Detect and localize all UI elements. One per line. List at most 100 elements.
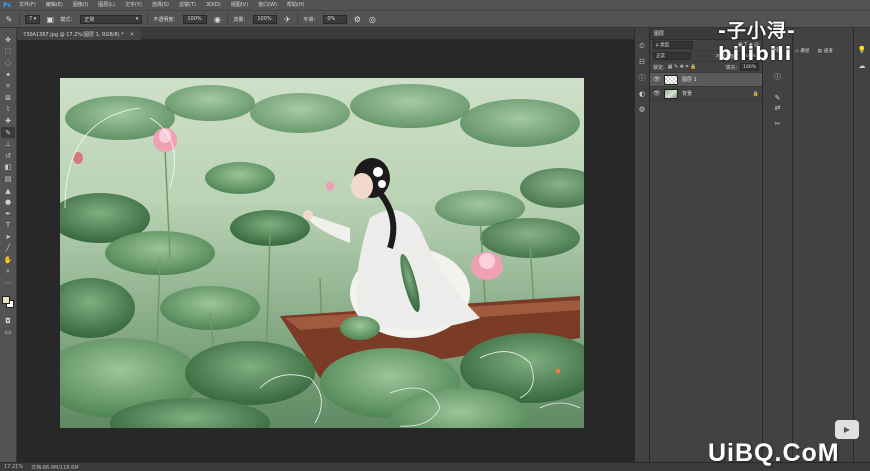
zoom-level[interactable]: 17.21% [4, 464, 23, 470]
tools-icon[interactable]: ✂ [772, 120, 784, 128]
properties-panel-icon[interactable]: ☷ [636, 58, 648, 66]
menu-layer[interactable]: 图层(L) [93, 0, 120, 10]
chevron-down-icon: ▾ [135, 16, 139, 22]
bilibili-tv-icon: ▶ [835, 420, 859, 439]
mode-select[interactable]: 正常 ▾ [80, 14, 143, 24]
menu-help[interactable]: 帮助(H) [282, 0, 310, 10]
line-tool-icon[interactable]: ╱ [1, 243, 15, 255]
quick-select-tool-icon[interactable]: ✦ [1, 69, 15, 81]
blur-tool-icon[interactable]: ▲ [1, 185, 15, 197]
brush-settings-icon[interactable]: ✎ [772, 94, 784, 102]
pen-tool-icon[interactable]: ✒ [1, 208, 15, 220]
eraser-tool-icon[interactable]: ◧ [1, 162, 15, 174]
layer-row-background[interactable]: 👁 背景 🔒 [650, 87, 762, 101]
marquee-tool-icon[interactable]: ⬚ [1, 46, 15, 58]
menu-3d[interactable]: 3D(D) [201, 0, 226, 10]
screen-mode-icon[interactable]: ▭ [1, 327, 15, 339]
crop-tool-icon[interactable]: ⌗ [1, 80, 15, 92]
document-tab-bar: 730A1367.jpg @ 17.2%(图层 1, RGB/8) * × [17, 28, 634, 40]
dodge-tool-icon[interactable]: ● [1, 196, 15, 208]
swap-icon[interactable]: ⇄ [772, 104, 784, 112]
document-canvas[interactable] [60, 78, 584, 428]
menu-bar: Ps 文件(F) 编辑(E) 图像(I) 图层(L) 文字(Y) 选择(S) 滤… [0, 0, 870, 10]
menu-type[interactable]: 文字(Y) [120, 0, 147, 10]
lock-icon: 🔒 [752, 90, 759, 97]
path-selection-tool-icon[interactable]: ➤ [1, 231, 15, 243]
pressure-opacity-icon[interactable]: ◉ [212, 15, 222, 24]
mode-value: 正常 [84, 16, 95, 23]
layer-filter-select[interactable]: p 类型 [653, 41, 693, 49]
menu-select[interactable]: 选择(S) [147, 0, 174, 10]
blend-mode-select[interactable]: 正常 [653, 52, 691, 60]
menu-window[interactable]: 窗口(W) [253, 0, 282, 10]
document-size: 文档:86.9M/118.6M [31, 464, 79, 471]
brush-tool-icon[interactable]: ✎ [1, 126, 15, 139]
flow-label: 流量： [233, 16, 249, 23]
zoom-tool-icon[interactable]: ⌕ [1, 266, 15, 278]
color-panel-icon[interactable]: ◍ [636, 105, 648, 113]
tools-panel: ✥ ⬚ ◌ ✦ ⌗ ⊠ ⌇ ✚ ✎ ⊥ ↺ ◧ ▤ ▲ ● ✒ T ➤ ╱ ✋ … [0, 28, 17, 462]
info-panel-icon[interactable]: ⓘ [636, 73, 648, 83]
menu-view[interactable]: 视图(V) [226, 0, 253, 10]
document-tab-title: 730A1367.jpg @ 17.2%(图层 1, RGB/8) * [23, 31, 124, 38]
document-tab[interactable]: 730A1367.jpg @ 17.2%(图层 1, RGB/8) * × [17, 28, 141, 40]
layer-thumbnail [664, 74, 678, 85]
canvas-area[interactable] [17, 40, 634, 462]
watermark-bottom: UiBQ.CoM [708, 439, 840, 467]
gear-icon[interactable]: ⚙ [352, 15, 362, 24]
layer-name: 图层 1 [682, 77, 697, 83]
lock-icons[interactable]: ▦ ✎ ✥ ⌗ 🔒 [668, 64, 697, 70]
menu-image[interactable]: 图像(I) [68, 0, 93, 10]
adjustments-panel-icon[interactable]: ◐ [636, 90, 648, 98]
move-tool-icon[interactable]: ✥ [1, 34, 15, 46]
smoothing-label: 平滑： [303, 16, 319, 23]
separator [147, 13, 149, 25]
brush-size-value: 7 [29, 16, 33, 22]
lock-label: 锁定: [653, 64, 665, 71]
layer-name: 背景 [682, 91, 693, 97]
paths-channels-panel: ◇ 路径 ▤ 通道 [792, 28, 853, 462]
separator [227, 13, 229, 25]
quick-mask-icon[interactable]: ◘ [1, 315, 15, 327]
brush-size-picker[interactable]: 7 ▾ [25, 14, 41, 24]
clone-stamp-tool-icon[interactable]: ⊥ [1, 138, 15, 150]
history-brush-tool-icon[interactable]: ↺ [1, 150, 15, 162]
collapsed-panel-strip: ⏲ ☷ ⓘ ◐ ◍ [634, 28, 649, 462]
layer-thumbnail [664, 88, 678, 99]
photoshop-logo-icon[interactable]: Ps [0, 0, 14, 10]
watermark-top: -子小浔-bilibili [718, 20, 796, 65]
pressure-size-icon[interactable]: ◎ [367, 15, 377, 24]
info-icon[interactable]: ⓘ [772, 72, 784, 82]
airbrush-icon[interactable]: ✈ [282, 15, 292, 24]
menu-filter[interactable]: 滤镜(T) [174, 0, 201, 10]
side-icon-column: ✣ ⓘ ✎ ⇄ ✂ [762, 28, 792, 462]
brush-preset-icon[interactable]: ✎ [4, 15, 14, 24]
brush-panel-icon[interactable]: ▣ [45, 15, 55, 24]
hand-tool-icon[interactable]: ✋ [1, 254, 15, 266]
opacity-label: 不透明度： [153, 16, 179, 23]
layers-panel-title: 图层 [654, 31, 665, 37]
eye-icon[interactable]: 👁 [653, 90, 661, 97]
photo-lotus-pond-image [60, 78, 584, 428]
opacity-field[interactable]: 100% [183, 14, 208, 24]
lasso-tool-icon[interactable]: ◌ [1, 57, 15, 69]
close-icon[interactable]: × [130, 31, 135, 38]
menu-file[interactable]: 文件(F) [14, 0, 41, 10]
foreground-color-swatch[interactable] [2, 296, 10, 305]
more-tools-icon[interactable]: ⋯ [1, 277, 15, 289]
history-panel-icon[interactable]: ⏲ [636, 42, 648, 51]
healing-brush-tool-icon[interactable]: ✚ [1, 115, 15, 127]
smoothing-field[interactable]: 0% [323, 14, 348, 24]
eye-icon[interactable]: 👁 [653, 76, 661, 83]
flow-field[interactable]: 100% [253, 14, 278, 24]
layer-row-layer-1[interactable]: 👁 图层 1 [650, 73, 762, 87]
eyedropper-tool-icon[interactable]: ⌇ [1, 104, 15, 116]
gradient-tool-icon[interactable]: ▤ [1, 173, 15, 185]
mode-label: 模式： [60, 16, 76, 23]
frame-tool-icon[interactable]: ⊠ [1, 92, 15, 104]
menu-edit[interactable]: 编辑(E) [41, 0, 68, 10]
separator [297, 13, 299, 25]
far-right-icon-column: 💡 ☁ [853, 28, 870, 462]
type-tool-icon[interactable]: T [1, 220, 15, 232]
color-swatches[interactable] [1, 295, 15, 309]
